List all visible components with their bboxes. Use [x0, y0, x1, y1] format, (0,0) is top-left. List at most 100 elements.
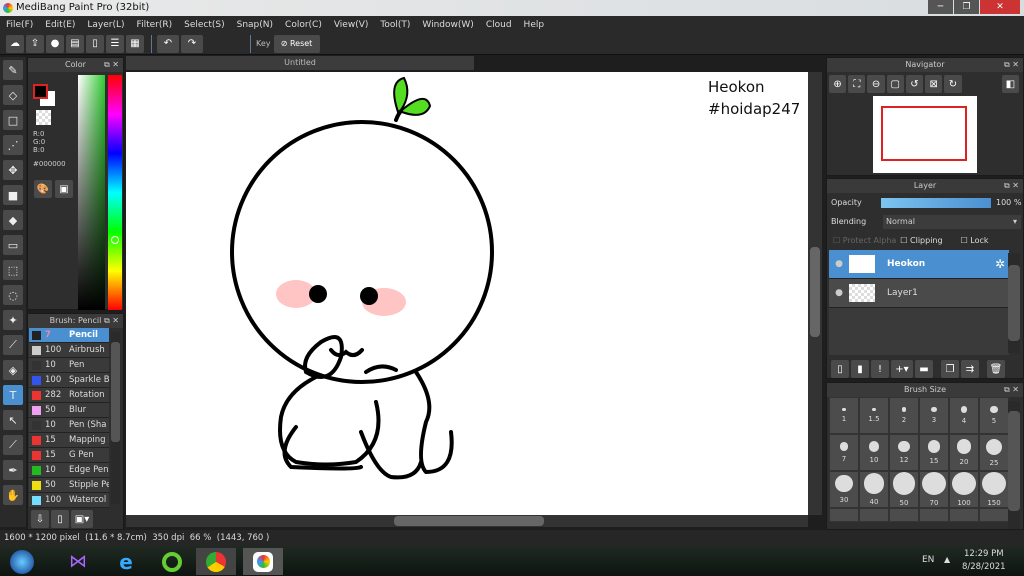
layer-settings-gear-icon[interactable]: ✲: [995, 257, 1005, 271]
menu-help[interactable]: Help: [524, 20, 545, 30]
brush-menu-icon[interactable]: ▣▾: [71, 510, 93, 528]
medibang-taskbar-icon[interactable]: [243, 548, 283, 575]
hue-slider[interactable]: [108, 75, 122, 310]
list-settings-icon[interactable]: ☰: [106, 34, 124, 53]
divide-tool-icon[interactable]: ⟋: [3, 435, 23, 455]
brush-size-scrollbar[interactable]: [1008, 401, 1020, 529]
new-brush-icon[interactable]: ▯: [51, 510, 69, 528]
menu-cloud[interactable]: Cloud: [486, 20, 512, 30]
layer-row-heokon[interactable]: ● Heokon ✲: [829, 250, 1009, 279]
brush-item[interactable]: 100 Watercol: [29, 493, 109, 508]
opacity-slider[interactable]: [881, 197, 991, 208]
brush-item[interactable]: 100 Sparkle B: [29, 373, 109, 388]
palette-icon[interactable]: 🎨: [34, 180, 52, 198]
saturation-value-picker[interactable]: [78, 75, 105, 310]
horizontal-scrollbar[interactable]: [126, 515, 808, 527]
hue-handle[interactable]: [111, 236, 119, 244]
brush-item[interactable]: 282 Rotation: [29, 388, 109, 403]
actual-size-icon[interactable]: ▢: [886, 75, 904, 93]
panel-close-icon[interactable]: ⧉ ✕: [1004, 383, 1019, 397]
cloud-download-icon[interactable]: ⇩: [31, 510, 49, 528]
zoom-fit-icon[interactable]: ⛶: [848, 75, 866, 93]
brush-size-cell[interactable]: [859, 508, 889, 522]
reset-button[interactable]: ⊘ Reset: [273, 34, 320, 53]
menu-filter[interactable]: Filter(R): [137, 20, 173, 30]
minimize-button[interactable]: ─: [928, 0, 953, 14]
panel-close-icon[interactable]: ⧉ ✕: [104, 58, 119, 72]
brush-size-cell[interactable]: 50: [889, 471, 919, 508]
comment-icon[interactable]: ●: [46, 34, 64, 53]
brush-size-cell[interactable]: 1.5: [859, 397, 889, 434]
delete-layer-icon[interactable]: 🗑: [987, 360, 1005, 378]
brush-size-cell[interactable]: 4: [949, 397, 979, 434]
chrome-icon[interactable]: [196, 548, 236, 575]
document-icon[interactable]: ▯: [86, 34, 104, 53]
menu-edit[interactable]: Edit(E): [45, 20, 75, 30]
brush-size-cell[interactable]: 70: [919, 471, 949, 508]
new-8bit-layer-icon[interactable]: !: [871, 360, 889, 378]
vertical-scrollbar[interactable]: [808, 72, 822, 515]
brush-size-cell[interactable]: [829, 508, 859, 522]
gradient-tool-icon[interactable]: ▭: [3, 235, 23, 255]
brush-size-cell[interactable]: 25: [979, 434, 1009, 471]
cloud-icon[interactable]: ☁: [6, 34, 24, 53]
bucket-tool-icon[interactable]: ◆: [3, 210, 23, 230]
brush-item[interactable]: 7 Pencil: [29, 328, 109, 343]
rotate-left-icon[interactable]: ↺: [905, 75, 924, 93]
clipping-checkbox[interactable]: ☐ Clipping: [900, 236, 942, 245]
select-tool-icon[interactable]: ⬚: [3, 260, 23, 280]
brush-tool-icon[interactable]: ✎: [3, 60, 23, 80]
visibility-icon[interactable]: ●: [829, 259, 849, 269]
brush-size-cell[interactable]: 30: [829, 471, 859, 508]
coccoc-browser-icon[interactable]: [152, 548, 192, 575]
brush-size-cell[interactable]: [979, 508, 1009, 522]
add-layer-menu-icon[interactable]: +▾: [891, 360, 913, 378]
brush-size-cell[interactable]: 5: [979, 397, 1009, 434]
maximize-button[interactable]: ❐: [954, 0, 979, 14]
brush-size-cell[interactable]: 1: [829, 397, 859, 434]
merge-layer-icon[interactable]: ⇉: [961, 360, 979, 378]
new-layer-icon[interactable]: ▯: [831, 360, 849, 378]
select-eraser-icon[interactable]: ◈: [3, 360, 23, 380]
brush-size-cell[interactable]: 15: [919, 434, 949, 471]
viewport-rectangle[interactable]: [881, 106, 967, 161]
tray-expand-icon[interactable]: ▲: [944, 555, 950, 564]
brush-size-cell[interactable]: 150: [979, 471, 1009, 508]
brush-item[interactable]: 10 Edge Pen: [29, 463, 109, 478]
color-settings-icon[interactable]: ▣: [55, 180, 73, 198]
operation-tool-icon[interactable]: ↖: [3, 410, 23, 430]
menu-snap[interactable]: Snap(N): [237, 20, 273, 30]
brush-item[interactable]: 50 Stipple Pe: [29, 478, 109, 493]
brush-size-cell[interactable]: [919, 508, 949, 522]
blending-select[interactable]: Normal ▾: [883, 214, 1021, 229]
eraser-tool-icon[interactable]: ◇: [3, 85, 23, 105]
internet-explorer-icon[interactable]: e: [106, 548, 146, 575]
brush-size-cell[interactable]: [889, 508, 919, 522]
menu-view[interactable]: View(V): [334, 20, 369, 30]
visibility-icon[interactable]: ●: [829, 288, 849, 298]
brush-item[interactable]: 15 G Pen: [29, 448, 109, 463]
hex-value[interactable]: #000000: [33, 160, 66, 168]
start-button-icon[interactable]: [2, 548, 42, 575]
menu-window[interactable]: Window(W): [422, 20, 473, 30]
panel-close-icon[interactable]: ⧉ ✕: [104, 314, 119, 328]
rotate-right-icon[interactable]: ↻: [944, 75, 962, 93]
rectangle-tool-icon[interactable]: □: [3, 110, 23, 130]
clock[interactable]: 12:29 PM 8/28/2021: [962, 548, 1006, 574]
brush-item[interactable]: 15 Mapping P: [29, 433, 109, 448]
fill-rect-tool-icon[interactable]: ■: [3, 185, 23, 205]
move-tool-icon[interactable]: ✥: [3, 160, 23, 180]
eyedropper-icon[interactable]: ✒: [3, 460, 23, 480]
brush-size-cell[interactable]: 7: [829, 434, 859, 471]
zoom-out-icon[interactable]: ⊖: [867, 75, 885, 93]
transparent-swatch[interactable]: [36, 110, 51, 125]
lasso-tool-icon[interactable]: ◌: [3, 285, 23, 305]
close-button[interactable]: ✕: [980, 0, 1020, 14]
brush-item[interactable]: 10 Pen (Sha: [29, 418, 109, 433]
brush-size-cell[interactable]: 3: [919, 397, 949, 434]
brush-size-cell[interactable]: 20: [949, 434, 979, 471]
lock-checkbox[interactable]: ☐ Lock: [961, 236, 989, 245]
protect-alpha-checkbox[interactable]: ☐ Protect Alpha: [833, 236, 896, 245]
drawing-canvas[interactable]: Heokon #hoidap247: [126, 72, 808, 515]
share-icon[interactable]: ⇪: [26, 34, 44, 53]
